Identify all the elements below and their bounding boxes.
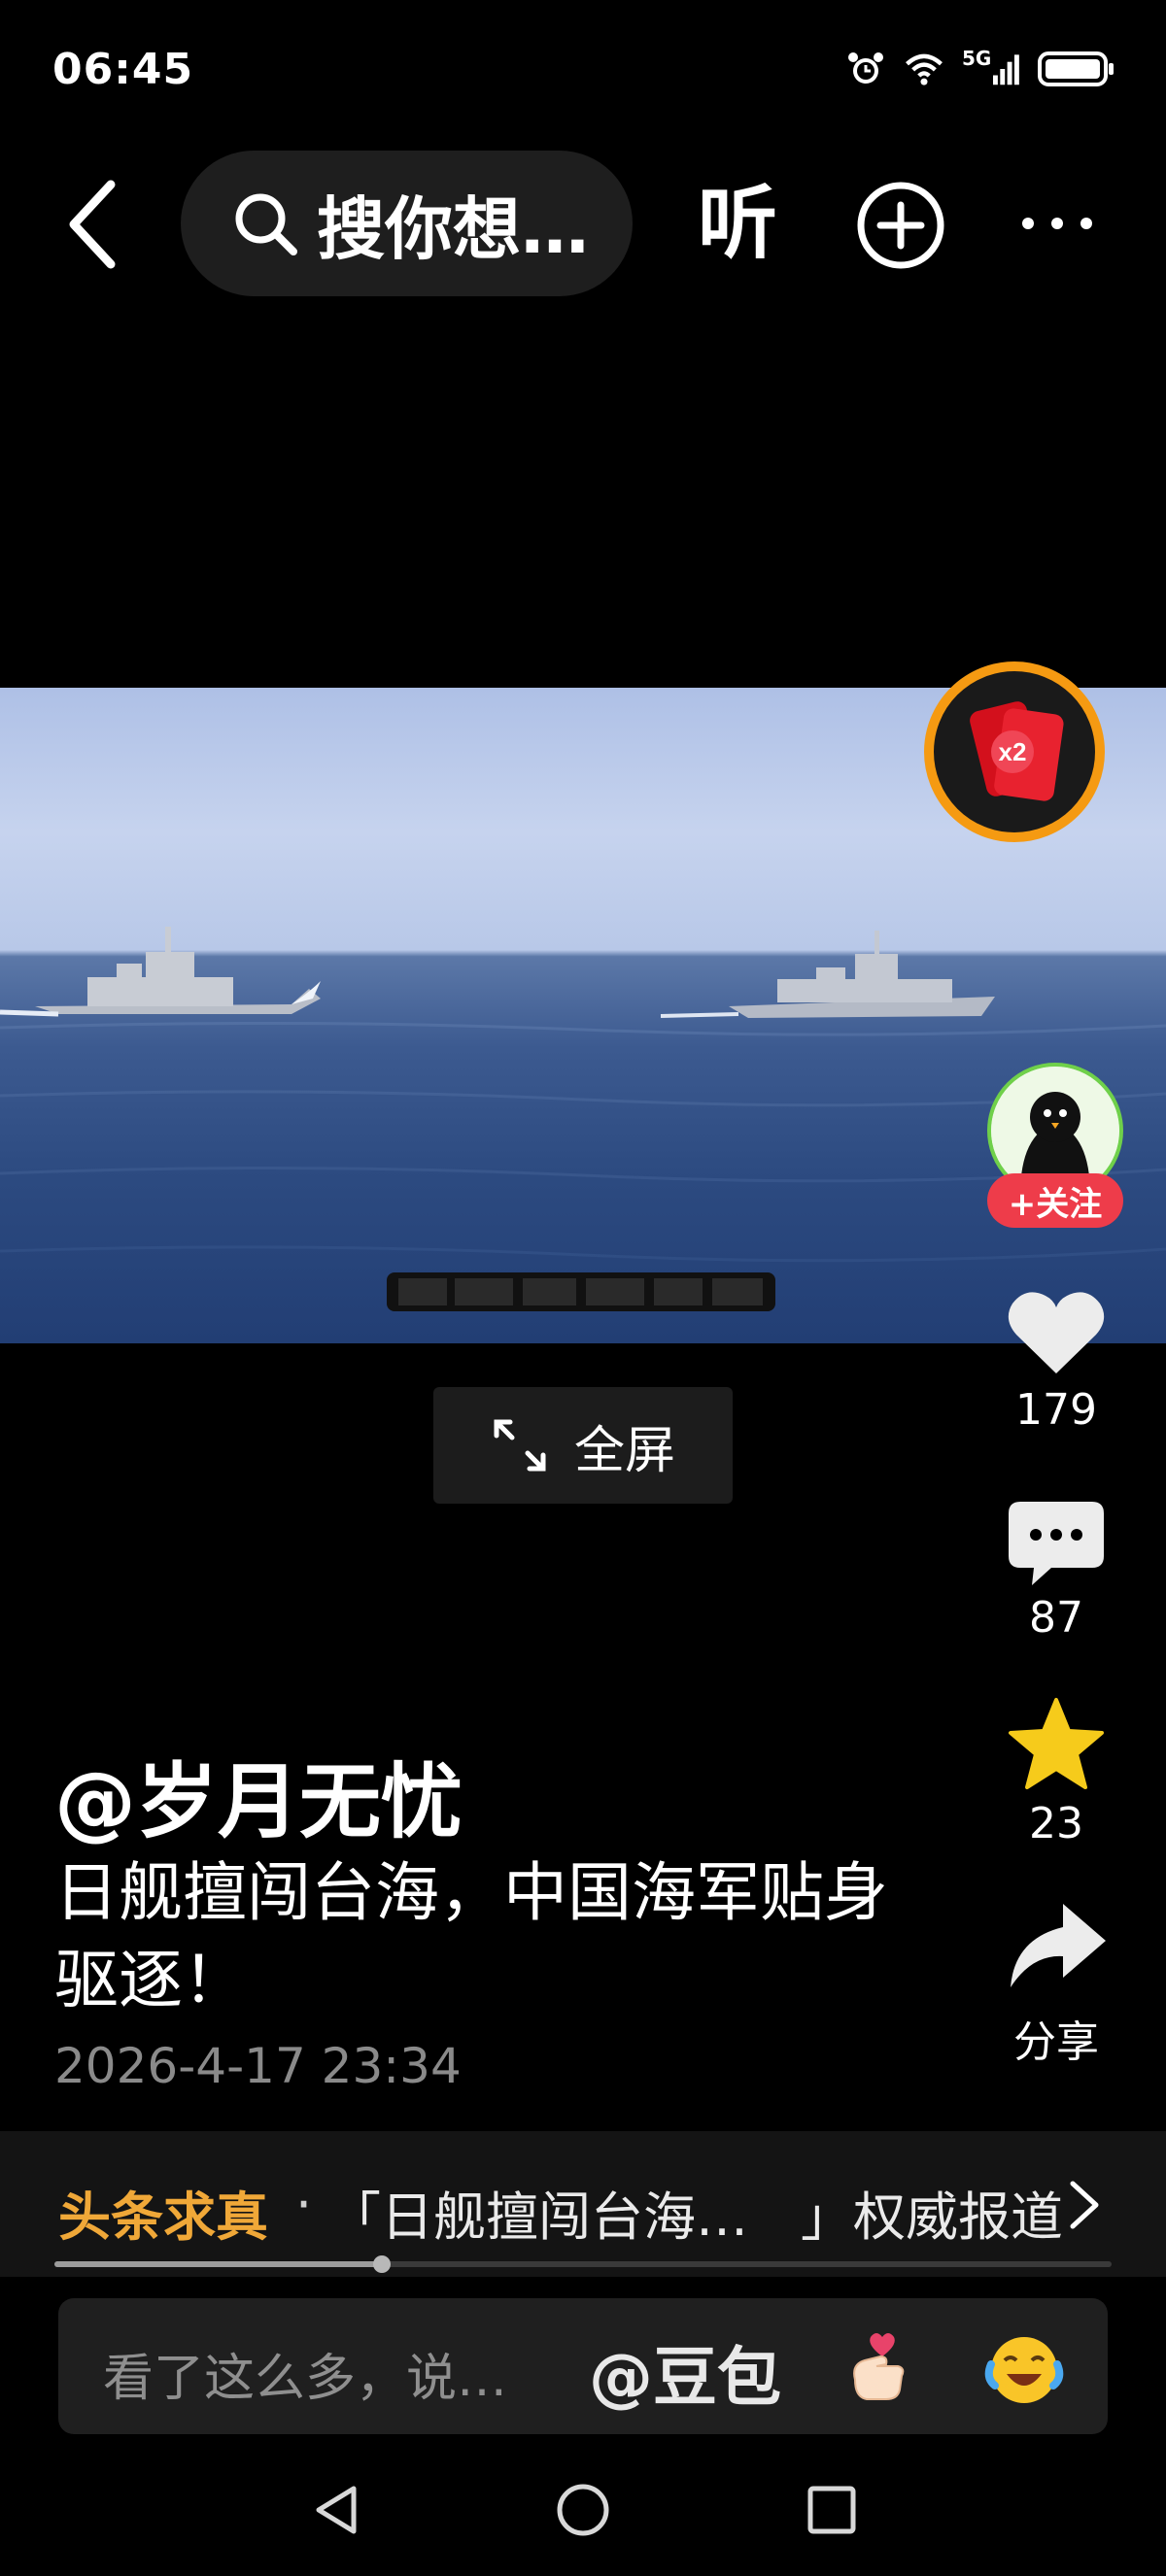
nav-back-button[interactable] bbox=[307, 2481, 365, 2539]
post-time: 2026-4-17 23:34 bbox=[54, 2038, 462, 2094]
more-button[interactable] bbox=[1018, 199, 1096, 248]
nav-recents-button[interactable] bbox=[803, 2481, 861, 2539]
comment-placeholder[interactable]: 看了这么多，说… bbox=[103, 2337, 507, 2410]
status-time: 06:45 bbox=[52, 45, 194, 94]
search-icon bbox=[235, 193, 297, 255]
heart-hand-emoji[interactable] bbox=[841, 2327, 919, 2405]
circle-home-icon bbox=[557, 2484, 609, 2536]
status-icons: 5G bbox=[845, 49, 1115, 89]
fact-check-tag: 头条求真 bbox=[58, 2186, 268, 2248]
red-packet-badge: x2 bbox=[999, 737, 1027, 766]
alarm-icon bbox=[845, 49, 886, 89]
like-count: 179 bbox=[1015, 1385, 1097, 1435]
warship-right bbox=[729, 931, 995, 1018]
video-subtitle-blurred bbox=[387, 1269, 775, 1315]
fullscreen-label: 全屏 bbox=[573, 1421, 675, 1480]
back-arrow-icon bbox=[69, 180, 116, 269]
like-button[interactable] bbox=[1003, 1284, 1110, 1381]
comment-icon bbox=[1009, 1502, 1104, 1585]
nav-home-button[interactable] bbox=[554, 2481, 612, 2539]
back-button[interactable] bbox=[60, 171, 128, 278]
chevron-right-icon[interactable] bbox=[1065, 2176, 1104, 2234]
follow-button[interactable]: +关注 bbox=[987, 1173, 1123, 1228]
share-label: 分享 bbox=[1013, 2017, 1099, 2067]
add-circle-icon bbox=[857, 182, 944, 269]
heart-icon bbox=[1008, 1292, 1105, 1373]
red-packet-reward[interactable]: x2 bbox=[919, 657, 1110, 847]
expand-icon bbox=[494, 1419, 546, 1472]
listen-button[interactable]: 听 bbox=[698, 171, 777, 278]
favorite-button[interactable] bbox=[1003, 1696, 1110, 1793]
fullscreen-button[interactable]: 全屏 bbox=[433, 1387, 733, 1504]
warship-left bbox=[35, 927, 321, 1014]
add-button[interactable] bbox=[855, 180, 946, 271]
mention-doubao-button[interactable]: @豆包 bbox=[589, 2325, 781, 2419]
more-icon bbox=[1022, 218, 1092, 229]
comment-button[interactable] bbox=[1003, 1496, 1110, 1593]
star-icon bbox=[1009, 1698, 1104, 1789]
triangle-back-icon bbox=[316, 2486, 357, 2534]
wifi-icon bbox=[904, 49, 944, 89]
laughing-crying-emoji[interactable] bbox=[983, 2327, 1065, 2409]
post-title: 日舰擅闯台海，中国海军贴身驱逐！ bbox=[54, 1855, 888, 2017]
progress-fill bbox=[54, 2261, 383, 2267]
share-button[interactable] bbox=[1003, 1900, 1110, 1997]
search-box[interactable]: 搜你想… bbox=[181, 151, 633, 296]
fact-check-separator: · bbox=[295, 2174, 313, 2235]
fact-check-text: 「日舰擅闯台海… 」权威报道 bbox=[328, 2186, 1063, 2248]
author-name[interactable]: @岁月无忧 bbox=[54, 1737, 463, 1854]
square-recents-icon bbox=[807, 2486, 856, 2534]
favorite-count: 23 bbox=[1029, 1799, 1083, 1848]
share-arrow-icon bbox=[1011, 1904, 1106, 1987]
signal-icon: 5G bbox=[962, 49, 1020, 89]
comment-count: 87 bbox=[1029, 1593, 1083, 1643]
network-type: 5G bbox=[962, 47, 992, 70]
search-placeholder: 搜你想… bbox=[317, 188, 589, 269]
battery-icon bbox=[1038, 49, 1115, 89]
